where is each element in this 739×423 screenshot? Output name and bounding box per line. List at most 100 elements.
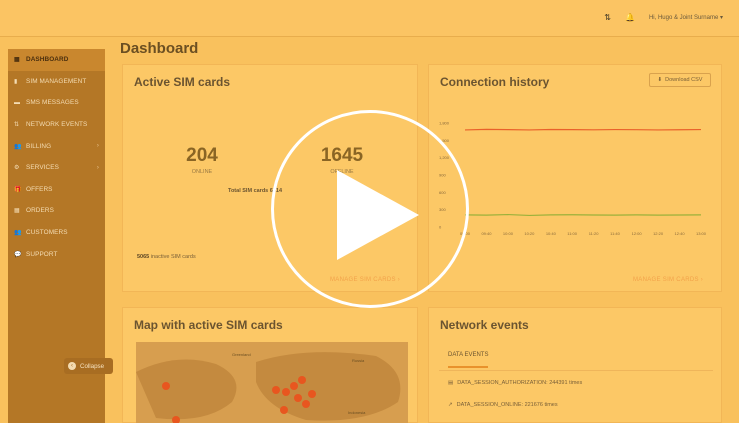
series-line [464, 213, 702, 217]
map-marker[interactable] [280, 406, 288, 414]
sidebar-item-label: Network Events [26, 121, 88, 129]
inactive-count: 5065 [137, 254, 150, 260]
signal-icon: ⇅ [14, 122, 20, 129]
map-marker[interactable] [162, 382, 170, 390]
sim-icon: ▮ [14, 78, 18, 85]
card-title: Connection history [440, 75, 550, 89]
event-row: ↗ DATA_SESSION_ONLINE: 221676 times [448, 402, 558, 408]
sidebar-item-network-events[interactable]: ⇅ Network Events [8, 114, 105, 136]
people-icon: 👥 [14, 143, 22, 150]
arrow-icon: ↗ [448, 402, 453, 408]
world-map[interactable]: Greenland Russia Indonesia [136, 342, 408, 423]
map-marker[interactable] [272, 386, 280, 394]
chevron-down-icon: ▾ [719, 15, 723, 21]
map-marker[interactable] [308, 390, 316, 398]
sidebar-item-customers[interactable]: 👥 Customers [8, 222, 105, 244]
map-label: Indonesia [348, 410, 366, 415]
y-tick-label: 1,800 [439, 121, 450, 126]
collapse-label: Collapse [80, 362, 105, 370]
sidebar-item-dashboard[interactable]: ▦ Dashboard [8, 49, 105, 71]
chevron-left-icon: ‹ [68, 362, 76, 370]
manage-sims-link-2[interactable]: MANAGE SIM CARDS › [633, 277, 703, 283]
map-marker[interactable] [282, 388, 290, 396]
card-title: Map with active SIM cards [134, 318, 283, 332]
tab-data-events[interactable]: DATA EVENTS [448, 352, 489, 368]
map-graphic: Greenland Russia Indonesia [136, 352, 401, 423]
sidebar-item-label: Dashboard [26, 56, 69, 64]
page-title: Dashboard [120, 40, 199, 57]
x-tick-label: 12:40 [675, 231, 686, 236]
landmass [136, 359, 237, 420]
x-tick-label: 11:00 [567, 231, 577, 236]
top-bar-actions: ⇅ 🔔 Hi, Hugo & Joint Surname ▾ [604, 13, 723, 22]
chat-icon: 💬 [14, 251, 22, 258]
x-tick-label: 11:20 [589, 231, 599, 236]
x-tick-label: 12:00 [632, 231, 643, 236]
x-tick-label: 13:00 [696, 231, 707, 236]
manage-sims-label: MANAGE SIM CARDS [633, 277, 699, 283]
map-marker[interactable] [290, 382, 298, 390]
sidebar-item-sms-messages[interactable]: ▬ SMS Messages [8, 92, 105, 114]
play-icon[interactable] [337, 170, 419, 260]
db-icon: ▤ [448, 380, 454, 386]
map-label: Russia [352, 358, 365, 363]
chevron-right-icon: › [700, 277, 704, 283]
sidebar-item-label: Orders [26, 207, 54, 215]
gift-icon: 🎁 [14, 186, 22, 193]
sidebar-nav: ▦ Dashboard ▮ SIM Management ▬ SMS Messages ⇅ N… [8, 49, 105, 265]
grid-icon: ▦ [14, 57, 20, 64]
series-line [464, 128, 702, 131]
event-row: ▤ DATA_SESSION_AUTHORIZATION: 244391 time… [448, 380, 582, 386]
network-events-card: Network events DATA EVENTS ▤ DATA_SESSION… [428, 307, 722, 423]
map-marker[interactable] [298, 376, 306, 384]
sidebar-item-label: Customers [26, 229, 68, 237]
download-icon: ⬇ [657, 77, 663, 83]
sidebar-item-label: SMS Messages [26, 99, 79, 107]
connection-history-card: Connection history ⬇ Download CSV 1,800 1… [428, 64, 722, 292]
inactive-text: inactive SIM cards [150, 254, 196, 260]
gear-icon: ⚙ [14, 165, 20, 172]
x-tick-label: 09:40 [481, 231, 492, 236]
inactive-sims: 5065 inactive SIM cards [137, 254, 196, 260]
card-title: Active SIM cards [134, 75, 231, 89]
sidebar-item-label: Support [26, 250, 58, 258]
map-marker[interactable] [302, 400, 310, 408]
x-tick-label: 10:20 [524, 231, 535, 236]
user-name: Hi, Hugo & Joint Surname [648, 15, 719, 21]
sidebar-item-billing[interactable]: 👥 Billing › [8, 135, 105, 157]
tab-divider [439, 370, 713, 371]
signal-toggle-icon[interactable]: ⇅ [604, 13, 611, 22]
sidebar-item-label: Services [26, 164, 60, 172]
map-label: Greenland [232, 352, 251, 357]
user-menu[interactable]: Hi, Hugo & Joint Surname ▾ [649, 14, 723, 21]
download-csv-button[interactable]: ⬇ Download CSV [649, 73, 711, 87]
sidebar-item-services[interactable]: ⚙ Services › [8, 157, 105, 179]
map-card: Map with active SIM cards Greenland Russ… [122, 307, 418, 423]
card-title: Network events [440, 318, 529, 332]
sidebar-item-label: Billing [26, 142, 52, 150]
map-marker[interactable] [294, 394, 302, 402]
sidebar-item-offers[interactable]: 🎁 Offers [8, 179, 105, 201]
x-tick-label: 12:20 [653, 231, 664, 236]
top-bar: ⇅ 🔔 Hi, Hugo & Joint Surname ▾ [0, 0, 739, 37]
box-icon: ▦ [14, 208, 20, 215]
x-tick-label: 10:40 [546, 231, 557, 236]
sidebar-item-sim-management[interactable]: ▮ SIM Management [8, 71, 105, 93]
online-label: ONLINE [191, 169, 213, 175]
download-label: Download CSV [665, 77, 703, 83]
x-tick-label: 11:40 [610, 231, 620, 236]
chevron-right-icon: › [96, 143, 99, 150]
x-tick-label: 10:00 [503, 231, 514, 236]
sidebar: ▦ Dashboard ▮ SIM Management ▬ SMS Messages ⇅ N… [8, 49, 113, 423]
bell-icon[interactable]: 🔔 [625, 13, 635, 22]
message-icon: ▬ [14, 99, 21, 106]
people-icon: 👥 [14, 230, 22, 237]
chevron-right-icon: › [96, 164, 99, 171]
sidebar-item-label: Offers [26, 185, 53, 193]
event-text: DATA_SESSION_ONLINE: 221676 times [456, 402, 558, 408]
sidebar-item-support[interactable]: 💬 Support [8, 243, 105, 265]
sidebar-item-label: SIM Management [26, 77, 87, 85]
collapse-button[interactable]: ‹ Collapse [64, 358, 113, 374]
connection-chart: 1,8001,5001,200900600300009:00 09:40 10:00… [439, 121, 707, 237]
sidebar-item-orders[interactable]: ▦ Orders [8, 200, 105, 222]
